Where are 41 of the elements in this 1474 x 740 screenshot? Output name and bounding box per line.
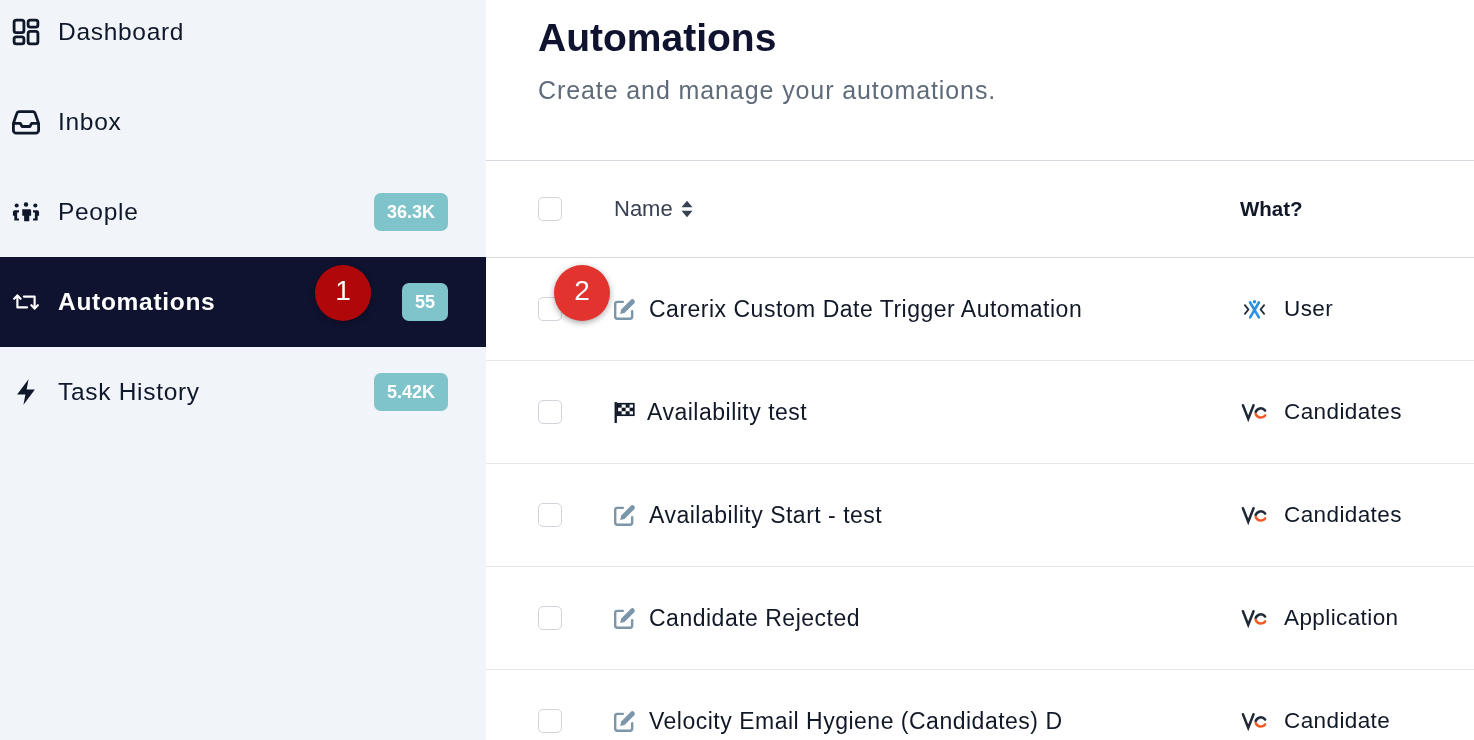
edit-icon [613, 297, 636, 321]
automation-name-link[interactable]: Candidate Rejected [649, 604, 861, 632]
vc-logo-icon [1241, 401, 1268, 423]
automation-name-link[interactable]: Availability Start - test [649, 501, 883, 529]
record-type: Application [1284, 605, 1399, 631]
sidebar-item[interactable]: People 36.3K [0, 167, 486, 257]
record-type: Candidates [1284, 399, 1402, 425]
sidebar-item[interactable]: Inbox [0, 77, 486, 167]
count-badge: 55 [401, 283, 448, 321]
sidebar-item[interactable]: Dashboard [0, 0, 486, 77]
automation-name-link[interactable]: Carerix Custom Date Trigger Automation [649, 295, 1083, 323]
row-checkbox[interactable] [538, 297, 562, 321]
sidebar-item[interactable]: Task History 5.42K [0, 347, 486, 437]
row-checkbox[interactable] [538, 606, 562, 630]
select-all-checkbox[interactable] [538, 197, 562, 221]
vc-logo-icon [1241, 504, 1268, 526]
edit-icon [613, 709, 636, 733]
count-badge: 36.3K [373, 193, 448, 231]
record-type: Candidate [1284, 708, 1391, 734]
checkered-flag-icon [613, 400, 636, 424]
row-checkbox[interactable] [538, 503, 562, 527]
record-type: User [1284, 296, 1334, 322]
vc-logo-icon [1241, 710, 1268, 732]
record-type: Candidates [1284, 502, 1402, 528]
dashboard-icon [12, 18, 40, 46]
edit-icon [613, 503, 636, 527]
row-checkbox[interactable] [538, 400, 562, 424]
row-checkbox[interactable] [538, 709, 562, 733]
page-title: Automations [538, 15, 778, 61]
automation-name-link[interactable]: Velocity Email Hygiene (Candidates) D [649, 707, 1063, 735]
edit-icon [613, 606, 636, 630]
page-subtitle: Create and manage your automations. [538, 75, 998, 106]
column-header[interactable]: Name [614, 196, 694, 222]
automation-name-link[interactable]: Availability test [647, 398, 808, 426]
count-badge: 5.42K [373, 373, 448, 411]
step-number-tooltip: 2 [554, 265, 610, 321]
vc-logo-icon [1241, 607, 1268, 629]
column-header: What? [1240, 197, 1303, 221]
cross-logo-icon [1241, 298, 1268, 320]
sort-icon [679, 199, 694, 219]
inbox-icon [12, 108, 40, 136]
